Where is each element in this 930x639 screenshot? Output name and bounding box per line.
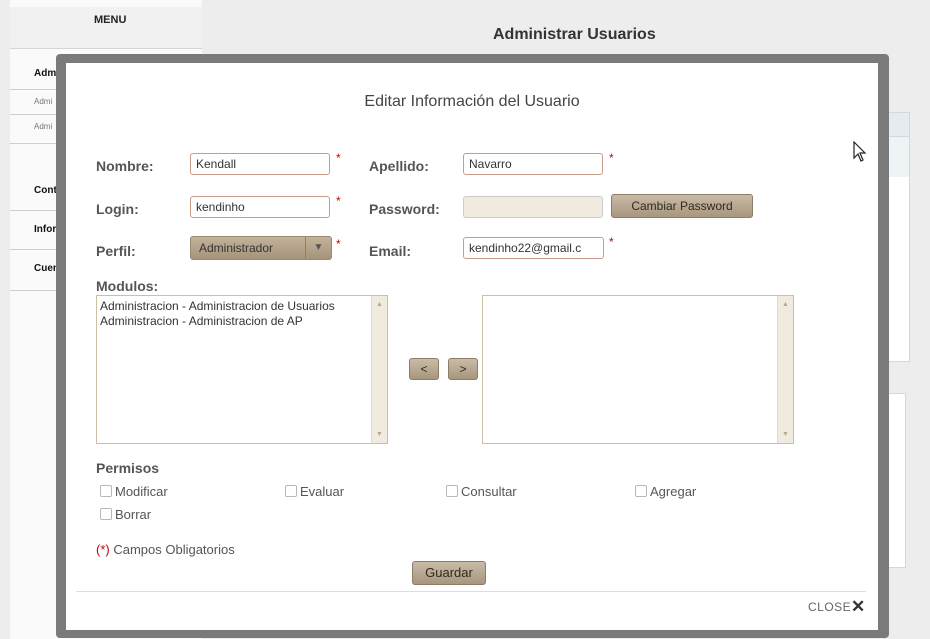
move-right-button[interactable]: >	[448, 358, 478, 380]
modal-title: Editar Información del Usuario	[364, 93, 580, 110]
mouse-pointer-icon	[853, 141, 867, 162]
modificar-checkbox[interactable]: Modificar	[100, 484, 168, 499]
required-fields-note: (*) Campos Obligatorios	[96, 542, 235, 557]
password-field	[463, 196, 603, 218]
checkbox-box[interactable]	[285, 485, 297, 497]
evaluar-checkbox[interactable]: Evaluar	[285, 484, 344, 499]
email-required-marker: *	[609, 235, 614, 249]
modulos-label: Modulos:	[96, 278, 159, 294]
list-item[interactable]: Administracion - Administracion de AP	[97, 314, 387, 329]
available-modules-scrollbar[interactable]: ▲ ▼	[371, 296, 387, 443]
chevron-down-icon: ▼	[305, 237, 331, 259]
apellido-field[interactable]	[463, 153, 603, 175]
perfil-label: Perfil:	[96, 243, 136, 259]
consultar-checkbox[interactable]: Consultar	[446, 484, 517, 499]
scroll-up-icon[interactable]: ▲	[778, 301, 793, 308]
checkbox-box[interactable]	[100, 508, 112, 520]
page-title: Administrar Usuarios	[493, 26, 656, 43]
list-item[interactable]: Administracion - Administracion de Usuar…	[97, 299, 387, 314]
checkbox-box[interactable]	[635, 485, 647, 497]
change-password-button[interactable]: Cambiar Password	[611, 194, 753, 218]
nombre-label: Nombre:	[96, 158, 154, 174]
required-note-text: Campos Obligatorios	[109, 542, 235, 557]
checkbox-box[interactable]	[446, 485, 458, 497]
selected-modules-list[interactable]: ▲ ▼	[482, 295, 794, 444]
required-note-marker: (*)	[96, 542, 110, 557]
menu-title: MENU	[94, 14, 127, 26]
checkbox-box[interactable]	[100, 485, 112, 497]
login-field[interactable]	[190, 196, 330, 218]
borrar-checkbox[interactable]: Borrar	[100, 507, 151, 522]
scroll-down-icon[interactable]: ▼	[372, 431, 387, 438]
agregar-checkbox[interactable]: Agregar	[635, 484, 696, 499]
perfil-selected-value: Administrador	[199, 241, 274, 255]
move-left-button[interactable]: <	[409, 358, 439, 380]
apellido-label: Apellido:	[369, 158, 429, 174]
apellido-required-marker: *	[609, 151, 614, 165]
nombre-field[interactable]	[190, 153, 330, 175]
close-label[interactable]: CLOSE	[808, 600, 851, 614]
close-icon[interactable]: ✕	[851, 597, 865, 617]
selected-modules-scrollbar[interactable]: ▲ ▼	[777, 296, 793, 443]
login-required-marker: *	[336, 194, 341, 208]
scroll-down-icon[interactable]: ▼	[778, 431, 793, 438]
perfil-required-marker: *	[336, 237, 341, 251]
permisos-label: Permisos	[96, 460, 160, 476]
perfil-select[interactable]: Administrador ▼	[190, 236, 332, 260]
scroll-up-icon[interactable]: ▲	[372, 301, 387, 308]
login-label: Login:	[96, 201, 139, 217]
available-modules-list[interactable]: Administracion - Administracion de Usuar…	[96, 295, 388, 444]
email-field[interactable]	[463, 237, 604, 259]
save-button[interactable]: Guardar	[412, 561, 486, 585]
email-label: Email:	[369, 243, 412, 259]
password-label: Password:	[369, 201, 440, 217]
modal-footer-divider	[76, 591, 866, 592]
menu-header: MENU	[10, 7, 202, 49]
nombre-required-marker: *	[336, 151, 341, 165]
edit-user-modal: Editar Información del Usuario Nombre: *…	[66, 63, 878, 630]
